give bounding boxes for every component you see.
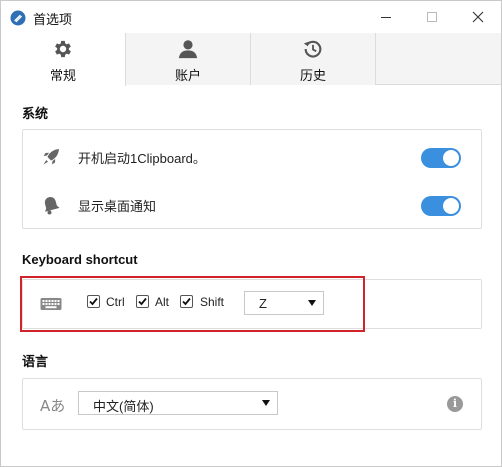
notification-toggle[interactable] <box>421 196 461 216</box>
window-title: 首选项 <box>33 12 73 27</box>
startup-toggle[interactable] <box>421 148 461 168</box>
toggle-knob <box>443 198 459 214</box>
maximize-button[interactable] <box>409 1 455 33</box>
notification-label: 显示桌面通知 <box>78 199 157 214</box>
close-icon <box>472 11 484 23</box>
keyboard-section-title: Keyboard shortcut <box>22 252 138 267</box>
tab-label: 历史 <box>299 68 326 83</box>
startup-row: 开机启动1Clipboard。 <box>23 130 481 182</box>
app-logo-icon <box>10 10 26 26</box>
tab-label: 常规 <box>49 68 76 83</box>
bell-icon <box>44 197 60 215</box>
language-icon: Aあ <box>40 397 66 415</box>
dropdown-arrow-icon <box>262 400 270 406</box>
maximize-icon <box>427 12 437 22</box>
tab-general[interactable]: 常规 <box>1 33 126 86</box>
language-section-title: 语言 <box>22 354 49 369</box>
notification-row: 显示桌面通知 <box>23 178 481 230</box>
language-select[interactable]: 中文(简体) <box>78 391 278 415</box>
user-icon <box>178 40 198 59</box>
minimize-button[interactable] <box>363 1 409 33</box>
gear-icon <box>55 40 71 58</box>
tab-history[interactable]: 历史 <box>251 33 376 85</box>
startup-label: 开机启动1Clipboard。 <box>78 151 206 166</box>
history-icon <box>303 40 322 58</box>
tab-label: 账户 <box>174 68 201 83</box>
highlight-box <box>20 276 365 332</box>
toggle-knob <box>443 150 459 166</box>
rocket-icon <box>43 149 59 165</box>
system-card: 开机启动1Clipboard。 显示桌面通知 <box>22 129 482 229</box>
preferences-window: 首选项 常规 账户 历史 系统 开机启动1Clipboard。 显示桌面通知 K… <box>0 0 502 467</box>
close-button[interactable] <box>455 1 501 33</box>
minimize-icon <box>381 17 391 18</box>
tab-account[interactable]: 账户 <box>126 33 251 85</box>
language-value: 中文(简体) <box>93 399 154 414</box>
title-bar: 首选项 <box>1 1 501 33</box>
system-section-title: 系统 <box>22 106 49 121</box>
info-icon[interactable]: i <box>447 396 463 412</box>
language-card: Aあ 中文(简体) i <box>22 378 482 430</box>
tab-bar: 常规 账户 历史 <box>1 33 501 86</box>
